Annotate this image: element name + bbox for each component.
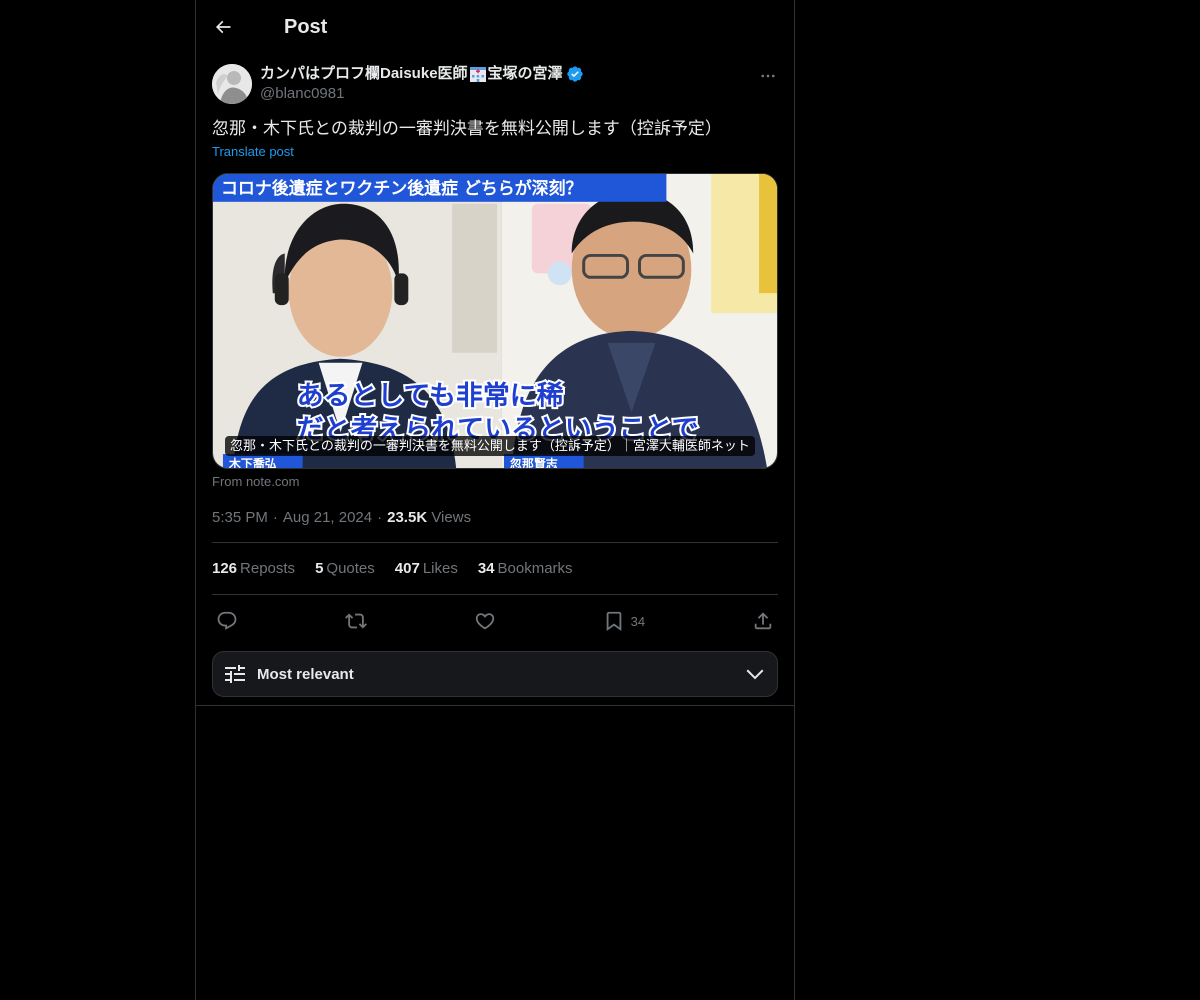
reply-button[interactable] (216, 610, 238, 632)
verified-badge-icon (566, 66, 583, 82)
author-text: カンパはプロフ欄Daisuke医師 宝塚の宮澤 @blanc0981 (260, 64, 584, 104)
card-subtitle-line1: あるとしても非常に稀 (297, 380, 564, 411)
translate-post-link[interactable]: Translate post (212, 144, 294, 159)
likes-count: 407 (394, 560, 420, 577)
quotes-count: 5 (315, 560, 324, 577)
display-name-suffix: 宝塚の宮澤 (487, 65, 563, 82)
reply-sort-dropdown[interactable]: Most relevant (212, 651, 778, 697)
page-title: Post (284, 15, 328, 38)
hospital-icon (469, 67, 486, 82)
repost-icon (344, 613, 367, 629)
share-icon (754, 612, 772, 630)
avatar-image (212, 64, 252, 104)
repost-button[interactable] (344, 610, 367, 632)
bookmark-action-count: 34 (630, 613, 646, 629)
back-button[interactable] (212, 16, 234, 38)
bookmarks-stat[interactable]: 34 Bookmarks (478, 560, 573, 577)
display-name[interactable]: カンパはプロフ欄Daisuke医師 宝塚の宮澤 (260, 64, 584, 84)
likes-label: Likes (422, 560, 458, 577)
like-icon (475, 613, 494, 630)
sliders-icon (225, 665, 245, 683)
back-arrow-icon (215, 20, 231, 34)
reposts-stat[interactable]: 126 Reposts (212, 560, 295, 577)
avatar[interactable] (212, 64, 252, 104)
bookmark-button[interactable]: 34 (603, 610, 645, 632)
post-text: 忽那・木下氏との裁判の一審判決書を無料公開します（控訴予定） (212, 119, 722, 138)
action-bar: 34 (212, 597, 778, 645)
quotes-stat[interactable]: 5 Quotes (315, 560, 375, 577)
views-label: Views (431, 509, 472, 526)
engagement-stats: 126 Reposts 5 Quotes 407 Likes 34 Bookmarks (212, 543, 778, 595)
post-meta: 5:35 PM · Aug 21, 2024 · 23.5K Views (212, 509, 778, 543)
chevron-down-icon (746, 669, 764, 680)
bookmarks-label: Bookmarks (497, 560, 573, 577)
author-row: カンパはプロフ欄Daisuke医師 宝塚の宮澤 @blanc0981 (212, 64, 778, 106)
card-name-left: 木下喬弘 (228, 457, 277, 468)
page-header: Post (196, 0, 794, 54)
sort-label: Most relevant (257, 665, 354, 683)
post-date[interactable]: Aug 21, 2024 (283, 509, 372, 526)
card-thumbnail-image: コロナ後遺症とワクチン後遺症 どちらが深刻？ あるとしても非常に稀 だと考えられ… (213, 174, 777, 468)
likes-stat[interactable]: 407 Likes (395, 560, 458, 577)
reposts-label: Reposts (240, 560, 296, 577)
card-name-right: 忽那賢志 (510, 457, 558, 468)
quotes-label: Quotes (326, 560, 375, 577)
reply-icon (217, 611, 237, 630)
more-button[interactable] (758, 66, 778, 86)
post-time[interactable]: 5:35 PM (212, 509, 268, 526)
more-icon (761, 74, 775, 78)
bookmarks-count: 34 (477, 560, 495, 577)
share-button[interactable] (752, 610, 774, 632)
main-column: Post カンパはプロフ欄Daisuke医師 宝塚の宮澤 @blanc0981 … (195, 0, 795, 1000)
reposts-count: 126 (212, 560, 238, 577)
post: カンパはプロフ欄Daisuke医師 宝塚の宮澤 @blanc0981 忽那・木下… (196, 64, 794, 706)
card-caption: 忽那・木下氏との裁判の一審判決書を無料公開します（控訴予定）｜宮澤大輔医師ネット (225, 436, 755, 456)
card-source[interactable]: From note.com (212, 474, 778, 489)
views-count: 23.5K (387, 509, 428, 526)
card-banner-text: コロナ後遺症とワクチン後遺症 どちらが深刻？ (221, 178, 583, 198)
bookmark-icon (606, 611, 621, 632)
display-name-prefix: カンパはプロフ欄Daisuke医師 (260, 65, 468, 82)
author-handle[interactable]: @blanc0981 (260, 84, 584, 104)
link-card[interactable]: コロナ後遺症とワクチン後遺症 どちらが深刻？ あるとしても非常に稀 だと考えられ… (212, 173, 778, 469)
like-button[interactable] (474, 610, 496, 632)
